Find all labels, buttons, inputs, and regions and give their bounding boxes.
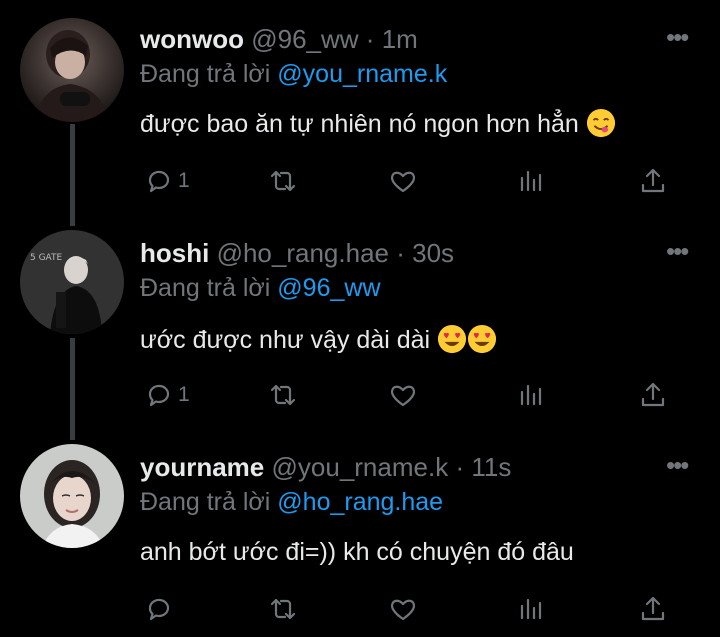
reply-count: 1	[178, 383, 190, 406]
reply-icon	[148, 598, 170, 621]
more-options-icon[interactable]: •••	[666, 236, 689, 267]
views-button[interactable]	[516, 378, 546, 412]
like-icon	[391, 385, 415, 407]
reply-prefix: Đang trả lời	[140, 488, 271, 516]
tweet-header: wonwoo @96_ww · 1m	[140, 24, 418, 55]
reply-mention[interactable]: @ho_rang.hae	[277, 488, 443, 516]
separator: ·	[365, 24, 375, 54]
timestamp[interactable]: 30s	[412, 238, 454, 268]
views-icon	[520, 598, 542, 620]
share-button[interactable]	[638, 592, 668, 626]
like-button[interactable]	[388, 592, 418, 626]
tweet-text-content: anh bớt ước đi=)) kh có chuyện đó đâu	[140, 538, 574, 566]
more-options-icon[interactable]: •••	[666, 22, 689, 53]
share-icon	[641, 168, 665, 193]
tweet-text-content: được bao ăn tự nhiên nó ngon hơn hẳn	[140, 110, 579, 138]
avatar[interactable]: 5 GATE	[20, 230, 124, 334]
heart-eyes-emoji	[467, 324, 497, 354]
display-name[interactable]: yourname	[140, 452, 264, 482]
share-button[interactable]	[638, 378, 668, 412]
reply-mention[interactable]: @96_ww	[277, 274, 380, 302]
tweet-hoshi[interactable]: 5 GATE hoshi @ho_rang.hae · 30s ••• Đang…	[0, 214, 720, 428]
tweet-wonwoo[interactable]: wonwoo @96_ww · 1m ••• Đang trả lời @you…	[0, 0, 720, 214]
more-options-icon[interactable]: •••	[666, 450, 689, 481]
separator: ·	[396, 238, 405, 268]
action-bar: 1	[140, 378, 680, 412]
avatar-text: 5 GATE	[30, 253, 63, 263]
savoring-face-emoji	[586, 108, 615, 138]
replying-to: Đang trả lời @you_rname.k	[140, 60, 447, 89]
action-bar: 1	[140, 164, 680, 198]
reply-prefix: Đang trả lời	[140, 274, 271, 302]
like-button[interactable]	[388, 378, 418, 412]
reply-button[interactable]	[144, 592, 178, 626]
reply-count: 1	[178, 169, 190, 192]
share-button[interactable]	[638, 164, 668, 198]
tweet-header: hoshi @ho_rang.hae · 30s	[140, 238, 454, 269]
like-icon	[391, 599, 415, 621]
retweet-icon	[270, 170, 296, 192]
views-icon	[520, 384, 542, 406]
retweet-icon	[270, 384, 296, 406]
reply-button[interactable]: 1	[144, 164, 190, 198]
reply-button[interactable]: 1	[144, 378, 190, 412]
reply-mention[interactable]: @you_rname.k	[277, 60, 447, 88]
like-button[interactable]	[388, 164, 418, 198]
replying-to: Đang trả lời @ho_rang.hae	[140, 488, 443, 517]
tweet-text: ước được như vậy dài dài	[140, 324, 497, 355]
user-handle[interactable]: @ho_rang.hae	[217, 238, 389, 268]
views-button[interactable]	[516, 164, 546, 198]
timestamp[interactable]: 1m	[382, 24, 418, 54]
retweet-button[interactable]	[268, 378, 298, 412]
tweet-yourname[interactable]: yourname @you_rname.k · 11s ••• Đang trả…	[0, 428, 720, 637]
retweet-button[interactable]	[268, 164, 298, 198]
share-icon	[641, 596, 665, 621]
display-name[interactable]: hoshi	[140, 238, 209, 268]
tweet-text: được bao ăn tự nhiên nó ngon hơn hẳn	[140, 108, 616, 139]
reply-prefix: Đang trả lời	[140, 60, 271, 88]
share-icon	[641, 382, 665, 407]
avatar[interactable]	[20, 18, 124, 122]
tweet-text: anh bớt ước đi=)) kh có chuyện đó đâu	[140, 538, 574, 567]
separator: ·	[455, 452, 465, 482]
heart-eyes-emoji	[437, 324, 467, 354]
tweet-text-content: ước được như vậy dài dài	[140, 326, 431, 354]
reply-icon	[148, 384, 170, 407]
like-icon	[391, 171, 415, 193]
avatar[interactable]	[20, 444, 124, 548]
action-bar	[140, 592, 680, 626]
user-handle[interactable]: @you_rname.k	[272, 452, 449, 482]
replying-to: Đang trả lời @96_ww	[140, 274, 381, 303]
user-handle[interactable]: @96_ww	[251, 24, 358, 54]
reply-icon	[148, 170, 170, 193]
retweet-button[interactable]	[268, 592, 298, 626]
views-button[interactable]	[516, 592, 546, 626]
views-icon	[520, 170, 542, 192]
display-name[interactable]: wonwoo	[140, 24, 244, 54]
timestamp[interactable]: 11s	[471, 452, 511, 482]
tweet-header: yourname @you_rname.k · 11s	[140, 452, 511, 483]
retweet-icon	[270, 598, 296, 620]
